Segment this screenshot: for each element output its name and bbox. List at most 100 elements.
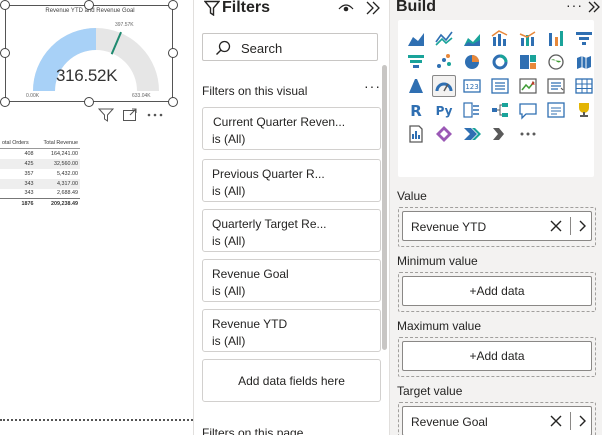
table-icon[interactable] [572, 75, 596, 97]
filters-title: Filters [222, 0, 271, 16]
separator [570, 217, 571, 235]
filters-header: Filters [202, 0, 387, 18]
resize-handle-top[interactable] [84, 0, 94, 10]
filter-funnel-icon[interactable] [98, 108, 114, 122]
eye-icon[interactable] [338, 1, 354, 20]
table-visual[interactable]: otal Orders Total Revenue 408 164,241.00 … [0, 139, 82, 209]
kpi-icon[interactable]: ▲ [516, 75, 540, 97]
filter-card-quarterly-target-revenue[interactable]: Quarterly Target Re... is (All) [202, 209, 381, 252]
target-field-pill[interactable]: Revenue Goal [402, 406, 592, 435]
filter-card-value: is (All) [212, 334, 246, 348]
filter-card-name: Quarterly Target Re... [212, 217, 327, 231]
gauge-max-label: 633.04K [132, 93, 151, 99]
stacked-area-icon[interactable] [460, 27, 484, 49]
target-well-label: Target value [397, 384, 463, 398]
search-input[interactable]: Search [202, 33, 378, 61]
scatter-icon[interactable] [432, 51, 456, 73]
svg-text:▲: ▲ [531, 80, 535, 86]
build-pane: Build ··· 123 ▲ R Py Value Revenue YTD Mini… [390, 0, 602, 435]
python-visual-icon[interactable]: Py [432, 99, 456, 121]
filters-scrollbar[interactable] [382, 65, 387, 350]
qa-icon[interactable] [516, 99, 540, 121]
filter-card-previous-quarter-revenue[interactable]: Previous Quarter R... is (All) [202, 159, 381, 202]
more-icon[interactable] [516, 123, 540, 145]
multirow-card-icon[interactable] [488, 75, 512, 97]
more-options-icon[interactable]: ··· [566, 0, 583, 13]
value-field-pill[interactable]: Revenue YTD [402, 211, 592, 241]
trophy-icon[interactable] [572, 99, 596, 121]
gauge-visual[interactable]: Revenue YTD and Revenue Goal 316.52K 0.0… [5, 5, 173, 102]
more-visuals-icon[interactable] [488, 123, 512, 145]
donut-icon[interactable] [488, 51, 512, 73]
azure-map-icon[interactable] [404, 75, 428, 97]
table-cell: 209,238.49 [35, 198, 80, 209]
remove-field-icon[interactable] [549, 219, 563, 238]
table-cell: 164,241.00 [51, 150, 78, 157]
pie-icon[interactable] [460, 51, 484, 73]
line-clustered-column-icon[interactable] [488, 27, 512, 49]
filter-card-current-quarter-revenue[interactable]: Current Quarter Reven... is (All) [202, 107, 381, 150]
table-row: 343 2,688.49 [0, 189, 80, 199]
table-header[interactable]: Total Revenue [35, 139, 80, 149]
card-icon[interactable]: 123 [460, 75, 484, 97]
resize-handle-bottom[interactable] [84, 97, 94, 107]
filter-card-revenue-goal[interactable]: Revenue Goal is (All) [202, 259, 381, 302]
remove-field-icon[interactable] [549, 414, 563, 433]
slicer-icon[interactable] [544, 75, 568, 97]
map-icon[interactable] [544, 51, 568, 73]
value-well[interactable]: Revenue YTD [398, 207, 596, 247]
waterfall-icon[interactable] [572, 27, 596, 49]
power-apps-icon[interactable] [432, 123, 456, 145]
collapse-pane-icon[interactable] [587, 0, 601, 19]
table-row: 343 4,317.00 [0, 178, 80, 189]
add-minimum-data-button[interactable]: +Add data [402, 276, 592, 306]
resize-handle-left[interactable] [0, 48, 10, 58]
minimum-well[interactable]: +Add data [398, 272, 596, 312]
target-well[interactable]: Revenue Goal [398, 402, 596, 435]
collapse-pane-icon[interactable] [365, 0, 381, 21]
focus-mode-icon[interactable] [122, 108, 138, 122]
more-options-icon[interactable] [146, 112, 164, 118]
resize-handle-top-right[interactable] [168, 0, 178, 10]
table-row: 357 5,432.00 [0, 169, 80, 179]
chevron-right-icon[interactable] [577, 219, 587, 238]
filter-card-name: Revenue YTD [212, 317, 288, 331]
resize-handle-top-left[interactable] [0, 0, 10, 10]
filter-card-revenue-ytd[interactable]: Revenue YTD is (All) [202, 309, 381, 352]
resize-handle-right[interactable] [168, 48, 178, 58]
filter-card-name: Current Quarter Reven... [213, 115, 346, 129]
key-influencers-icon[interactable] [460, 99, 484, 121]
value-well-label: Value [397, 189, 427, 203]
ribbon-chart-icon[interactable] [544, 27, 568, 49]
add-maximum-data-button[interactable]: +Add data [402, 341, 592, 371]
filled-map-icon[interactable] [572, 51, 596, 73]
line-stacked-column-icon[interactable] [516, 27, 540, 49]
r-visual-icon[interactable]: R [404, 99, 428, 121]
filter-card-name: Previous Quarter R... [212, 167, 325, 181]
maximum-well[interactable]: +Add data [398, 337, 596, 377]
table-cell: 425 [0, 158, 36, 169]
visualization-gallery: 123 ▲ R Py [398, 20, 594, 177]
gauge-icon[interactable] [432, 75, 456, 97]
table-row: 408 164,241.00 [0, 149, 80, 159]
field-pill-name: Revenue Goal [411, 415, 488, 429]
more-options-icon[interactable]: ··· [364, 78, 381, 94]
chevron-right-icon[interactable] [577, 414, 587, 433]
gauge-min-label: 0.00K [26, 93, 40, 99]
paginated-report-icon[interactable] [404, 123, 428, 145]
resize-handle-bottom-right[interactable] [168, 97, 178, 107]
add-data-fields-dropzone[interactable]: Add data fields here [202, 359, 381, 402]
filter-card-value: is (All) [212, 132, 246, 146]
field-pill-name: Revenue YTD [411, 220, 487, 234]
narrative-icon[interactable] [544, 99, 568, 121]
decomposition-tree-icon[interactable] [488, 99, 512, 121]
gauge-target-label: 397.57K [115, 22, 134, 28]
area-chart-icon[interactable] [404, 27, 428, 49]
treemap-icon[interactable] [516, 51, 540, 73]
funnel-icon[interactable] [404, 51, 428, 73]
table-header[interactable]: otal Orders [0, 139, 36, 149]
resize-handle-bottom-left[interactable] [0, 97, 10, 107]
line-chart-icon[interactable] [432, 27, 456, 49]
visualization-grid: 123 ▲ R Py [404, 27, 600, 147]
power-automate-icon[interactable] [460, 123, 484, 145]
